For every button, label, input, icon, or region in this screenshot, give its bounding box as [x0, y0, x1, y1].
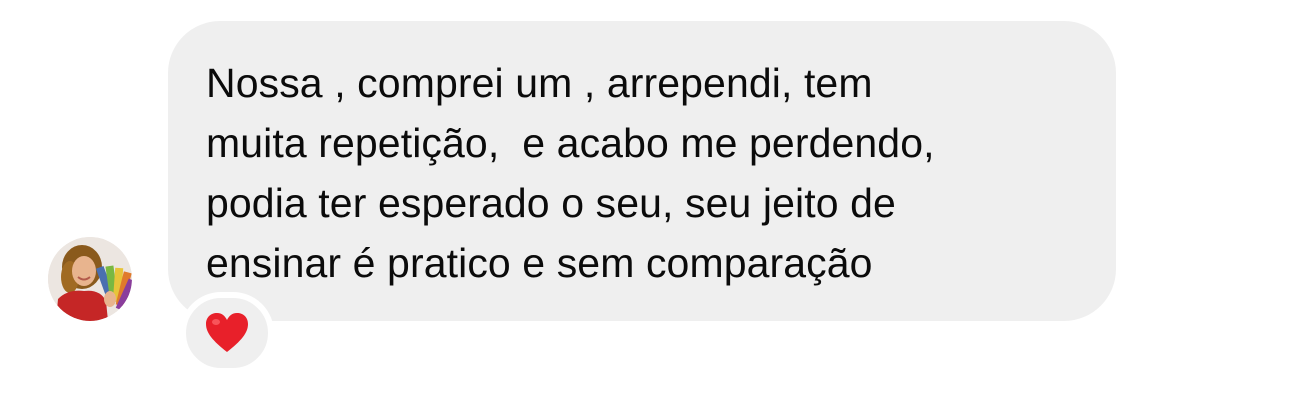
message-line: ensinar é pratico e sem comparação: [206, 240, 873, 286]
reaction-badge[interactable]: [180, 292, 274, 374]
message-bubble[interactable]: Nossa , comprei um , arrependi, tem muit…: [168, 21, 1116, 321]
avatar-photo: [48, 237, 132, 321]
heart-icon: [206, 313, 248, 352]
message-line: podia ter esperado o seu, seu jeito de: [206, 180, 896, 226]
avatar[interactable]: [48, 237, 132, 321]
message-line: muita repetição, e acabo me perdendo,: [206, 120, 935, 166]
message-line: Nossa , comprei um , arrependi, tem: [206, 60, 873, 106]
message-row: Nossa , comprei um , arrependi, tem muit…: [0, 0, 1290, 397]
